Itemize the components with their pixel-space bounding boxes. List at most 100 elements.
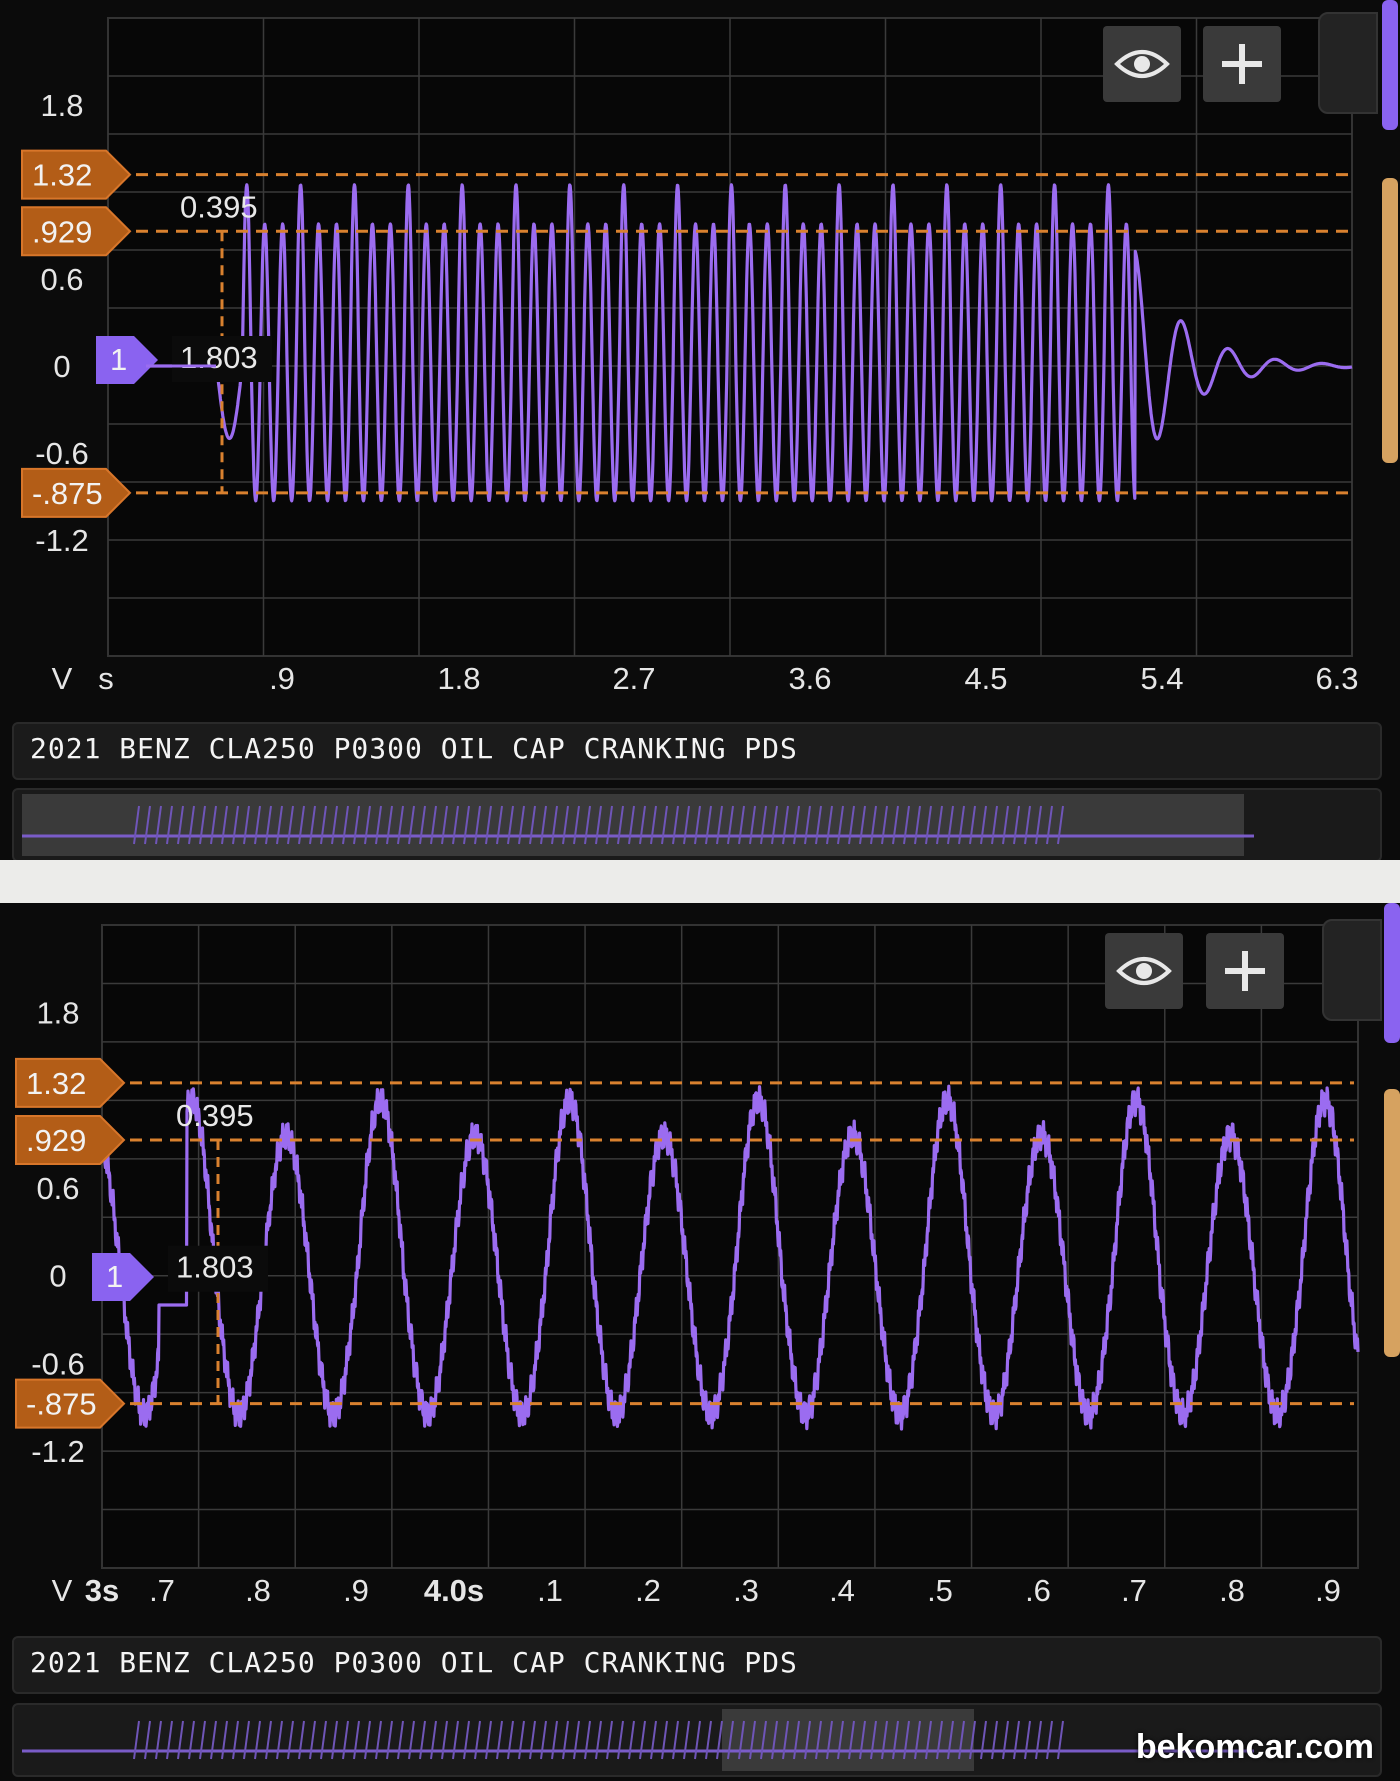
- overview-selection: [722, 1709, 974, 1771]
- overview-spike: [1002, 1720, 1009, 1760]
- overview-spike: [485, 1720, 492, 1760]
- image-separator: [0, 860, 1400, 903]
- overview-spike: [320, 1720, 327, 1760]
- waveform-title-bar[interactable]: 2021 BENZ CLA250 P0300 OIL CAP CRANKING …: [12, 722, 1382, 780]
- overview-spike: [298, 1720, 305, 1760]
- side-panel-tab[interactable]: [1322, 919, 1382, 1021]
- overview-spike: [386, 1720, 393, 1760]
- overview-spike: [991, 1720, 998, 1760]
- overview-spike: [672, 1720, 679, 1760]
- overview-spike: [276, 1720, 283, 1760]
- overview-spike: [232, 1720, 239, 1760]
- overview-spike: [1013, 1720, 1020, 1760]
- overview-spike: [683, 1720, 690, 1760]
- x-tick-label: .8: [1219, 1573, 1245, 1608]
- x-tick-label: .8: [245, 1573, 271, 1608]
- overview-spike: [243, 1720, 250, 1760]
- plus-icon: [1225, 951, 1265, 991]
- channel-strip-orange[interactable]: [1382, 178, 1398, 463]
- overview-spike: [287, 1720, 294, 1760]
- overview-spike: [518, 1720, 525, 1760]
- overview-spike: [551, 1720, 558, 1760]
- overview-spike: [177, 1720, 184, 1760]
- x-tick-label: .3: [733, 1573, 759, 1608]
- overview-spike: [573, 1720, 580, 1760]
- cursor-value-label: -.875: [32, 476, 103, 511]
- overview-spike: [540, 1720, 547, 1760]
- overview-scrollbar[interactable]: [12, 788, 1382, 862]
- x-tick-label: .1: [537, 1573, 563, 1608]
- add-button[interactable]: [1203, 26, 1281, 102]
- y-tick-label: -1.2: [31, 1434, 84, 1469]
- eye-icon: [1116, 957, 1172, 985]
- overview-spike: [584, 1720, 591, 1760]
- cursor-value-label: .929: [32, 214, 92, 249]
- overview-spike: [1057, 1720, 1064, 1760]
- x-tick-label: .9: [1315, 1573, 1341, 1608]
- overview-spike: [639, 1720, 646, 1760]
- add-button[interactable]: [1206, 933, 1284, 1009]
- cursor-value-label: -.875: [26, 1387, 97, 1422]
- overview-spike: [661, 1720, 668, 1760]
- y-tick-label: -0.6: [31, 1346, 84, 1381]
- x-tick-label: .7: [149, 1573, 175, 1608]
- x-tick-label: .2: [635, 1573, 661, 1608]
- eye-icon: [1114, 50, 1170, 78]
- eye-button[interactable]: [1105, 933, 1183, 1009]
- plus-icon: [1222, 44, 1262, 84]
- overview-spike: [694, 1720, 701, 1760]
- oscilloscope-chart-top[interactable]: 1.8 0.6 0 -0.6 -1.2 1.32 .929 -.875 0.395 1.803 1 V…: [0, 0, 1400, 700]
- x-tick-label: V: [52, 661, 73, 696]
- overview-spike: [529, 1720, 536, 1760]
- x-tick-label: 2.7: [612, 661, 655, 696]
- overview-spike: [650, 1720, 657, 1760]
- side-panel-tab[interactable]: [1318, 12, 1378, 114]
- channel-strip-purple[interactable]: [1384, 903, 1400, 1043]
- overview-spike: [166, 1720, 173, 1760]
- y-tick-label: 1.8: [36, 996, 79, 1031]
- delta-time-readout: 1.803: [176, 1250, 254, 1285]
- channel-strip-orange[interactable]: [1384, 1089, 1400, 1357]
- x-tick-label: 4.0s: [424, 1573, 484, 1608]
- oscilloscope-chart-bottom[interactable]: 1.8 0.6 0 -0.6 -1.2 1.32 .929 -.875 0.395 1.803 1 V…: [0, 903, 1400, 1623]
- x-tick-label: .9: [269, 661, 295, 696]
- overview-spike: [364, 1720, 371, 1760]
- overview-spike: [507, 1720, 514, 1760]
- x-tick-label: 5.4: [1140, 661, 1183, 696]
- overview-spike: [441, 1720, 448, 1760]
- overview-spike: [606, 1720, 613, 1760]
- overview-spike: [1024, 1720, 1031, 1760]
- overview-spike: [221, 1720, 228, 1760]
- overview-spike: [408, 1720, 415, 1760]
- overview-spike: [617, 1720, 624, 1760]
- overview-spike: [628, 1720, 635, 1760]
- overview-spike: [1035, 1720, 1042, 1760]
- overview-spike: [430, 1720, 437, 1760]
- x-tick-label: 3.6: [788, 661, 831, 696]
- overview-spike: [419, 1720, 426, 1760]
- overview-spike: [210, 1720, 217, 1760]
- waveform-title: 2021 BENZ CLA250 P0300 OIL CAP CRANKING …: [30, 1646, 798, 1679]
- overview-spike: [133, 1720, 140, 1760]
- scope-panel-top: 1.8 0.6 0 -0.6 -1.2 1.32 .929 -.875 0.395 1.803 1 V…: [0, 0, 1400, 862]
- x-tick-label: .5: [927, 1573, 953, 1608]
- overview-spike: [463, 1720, 470, 1760]
- cursor-value-label: 1.32: [26, 1066, 86, 1101]
- x-tick-label: 4.5: [964, 661, 1007, 696]
- overview-spike: [397, 1720, 404, 1760]
- overview-spike: [980, 1720, 987, 1760]
- overview-spike: [1046, 1720, 1053, 1760]
- channel-strip-purple[interactable]: [1382, 0, 1398, 130]
- x-tick-label: .7: [1121, 1573, 1147, 1608]
- eye-button[interactable]: [1103, 26, 1181, 102]
- x-tick-label: 6.3: [1315, 661, 1358, 696]
- y-tick-label: 0: [49, 1259, 66, 1294]
- waveform-title-bar[interactable]: 2021 BENZ CLA250 P0300 OIL CAP CRANKING …: [12, 1636, 1382, 1694]
- delta-voltage-readout: 0.395: [180, 190, 258, 225]
- x-tick-label: .4: [829, 1573, 855, 1608]
- overview-spike: [265, 1720, 272, 1760]
- overview-spike: [452, 1720, 459, 1760]
- x-tick-label: .6: [1025, 1573, 1051, 1608]
- overview-spike: [342, 1720, 349, 1760]
- overview-spike: [705, 1720, 712, 1760]
